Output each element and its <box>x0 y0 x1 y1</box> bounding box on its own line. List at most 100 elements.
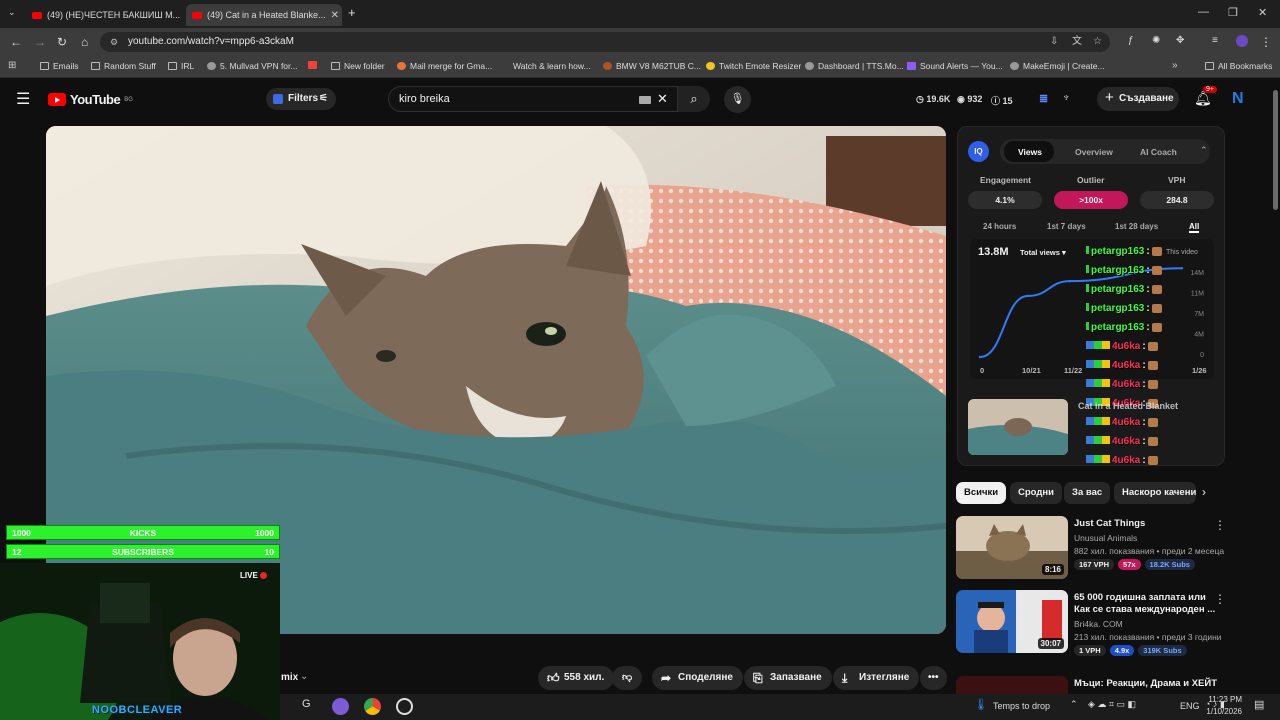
tab-views[interactable]: Views <box>1018 147 1042 157</box>
translate-icon[interactable]: 文 <box>1072 32 1082 52</box>
rec-title[interactable]: Just Cat Things <box>1074 518 1219 530</box>
collapse-chevron-icon[interactable]: ⌃ <box>1200 145 1208 156</box>
more-actions-button[interactable]: ••• <box>920 666 947 690</box>
reload-icon[interactable]: ↻ <box>57 35 67 49</box>
dislike-button[interactable]: 👎︎ <box>612 666 643 690</box>
rec-channel[interactable]: Bri4ka. COM <box>1074 619 1123 629</box>
bookmark-tts[interactable]: Dashboard | TTS.Mo... <box>805 61 904 71</box>
notification-center-icon[interactable]: ▤ <box>1254 698 1264 711</box>
range-all[interactable]: All <box>1189 222 1200 233</box>
tab-ai-coach[interactable]: AI Coach <box>1140 147 1177 157</box>
discord-app-icon[interactable] <box>332 698 349 715</box>
media-icon[interactable]: ≡ <box>1212 35 1218 46</box>
bookmark-sound-alerts[interactable]: Sound Alerts — You... <box>907 61 1003 71</box>
chip-all[interactable]: Всички <box>956 482 1007 504</box>
restore-icon[interactable]: ❐ <box>1228 6 1238 19</box>
rec-video-1[interactable]: 8:16 Just Cat Things Unusual Animals 882… <box>956 516 1256 582</box>
weather-text[interactable]: Temps to drop <box>993 701 1050 711</box>
browser-menu-icon[interactable]: ⋮ <box>1260 35 1272 49</box>
all-bookmarks[interactable]: All Bookmarks <box>1205 61 1272 71</box>
chip-for-you[interactable]: За вас <box>1064 482 1111 504</box>
bookmark-emails[interactable]: Emails <box>40 61 79 71</box>
home-icon[interactable]: ⌂ <box>81 35 88 49</box>
rec-channel[interactable]: Unusual Animals <box>1074 533 1137 543</box>
page-scrollbar[interactable] <box>1270 78 1280 694</box>
create-button[interactable]: Създаване <box>1097 86 1179 111</box>
rec-title[interactable]: 65 000 годишна заплата или Как се става … <box>1074 592 1219 616</box>
related-thumbnail[interactable] <box>968 399 1068 455</box>
search-button[interactable]: ⌕ <box>678 86 710 112</box>
browser-tab-2[interactable]: (49) Cat in a Heated Blanke... ✕ <box>186 4 342 26</box>
scrollbar-thumb[interactable] <box>1273 90 1278 210</box>
bookmark-irl[interactable]: IRL <box>168 61 194 71</box>
rec-more-icon[interactable]: ⋮ <box>1214 518 1226 532</box>
rec-title[interactable]: Мъци: Реакции, Драма и ХЕЙТ <box>1074 678 1219 690</box>
rec-thumbnail[interactable]: 8:16 <box>956 516 1068 579</box>
site-info-icon[interactable]: ⚙ <box>110 32 118 52</box>
chip-related[interactable]: Сродни <box>1010 482 1062 504</box>
trophy-icon[interactable]: ♆ <box>1062 92 1070 104</box>
rec-video-3[interactable]: Мъци: Реакции, Драма и ХЕЙТ <box>956 676 1256 694</box>
close-window-icon[interactable]: ✕ <box>1258 6 1267 19</box>
tray-icons[interactable]: ◈ ☁ ⌗ ▭ ◧ <box>1088 699 1136 710</box>
minimize-icon[interactable]: — <box>1198 6 1209 18</box>
url-field[interactable]: ⚙ youtube.com/watch?v=mpp6-a3ckaM ⇩ 文 ☆ <box>100 32 1110 52</box>
rec-video-2[interactable]: 30:07 65 000 годишна заплата или Как се … <box>956 590 1256 656</box>
hamburger-menu-icon[interactable]: ☰ <box>16 89 30 109</box>
save-button[interactable]: ⎘ Запазване <box>744 666 832 690</box>
bookmark-new-folder[interactable]: New folder <box>331 61 385 71</box>
bookmark-watch-learn[interactable]: Watch & learn how... <box>500 61 591 71</box>
rec-thumbnail[interactable] <box>956 676 1068 694</box>
close-tab-icon[interactable]: ✕ <box>331 10 339 21</box>
rec-more-icon[interactable]: ⋮ <box>1214 592 1226 606</box>
profile-avatar[interactable] <box>1236 35 1248 47</box>
chip-recently-uploaded[interactable]: Наскоро качени <box>1114 482 1196 504</box>
share-button[interactable]: ➦ Споделяне <box>652 666 743 690</box>
list-icon[interactable]: ≣ <box>1039 92 1048 105</box>
copilot-icon[interactable]: G <box>302 698 311 710</box>
back-icon[interactable]: ← <box>10 35 22 49</box>
bookmark-makeemoji[interactable]: MakeEmoji | Create... <box>1010 61 1105 71</box>
voice-search-button[interactable]: 🎙 <box>724 86 751 113</box>
range-24h[interactable]: 24 hours <box>983 222 1016 231</box>
browser-tab-1[interactable]: (49) (НЕ)ЧЕСТЕН БАКШИШ М... ✕ <box>26 4 184 26</box>
tab-overview[interactable]: Overview <box>1075 147 1113 157</box>
tab-list-icon[interactable]: ⌄ <box>8 7 16 18</box>
extensions-puzzle-icon[interactable]: ✥ <box>1176 35 1184 46</box>
clock-date[interactable]: 1/10/2026 <box>1203 707 1242 716</box>
bookmark-bmw[interactable]: BMW V8 M62TUB C... <box>603 61 701 71</box>
new-tab-icon[interactable]: + <box>348 5 356 20</box>
bookmark-youtube[interactable] <box>308 61 317 69</box>
extension-icon[interactable]: ✺ <box>1152 35 1160 46</box>
range-7d[interactable]: 1st 7 days <box>1047 222 1086 231</box>
account-avatar[interactable]: N <box>1232 90 1244 108</box>
install-icon[interactable]: ⇩ <box>1050 32 1058 52</box>
extension-fx-icon[interactable]: ƒ <box>1128 35 1134 46</box>
tray-chevron-icon[interactable]: ⌃ <box>1070 699 1078 710</box>
chips-next-chevron-icon[interactable]: › <box>1202 485 1206 499</box>
related-video-title-underlay[interactable]: Cat in a Heated Blanket <box>1078 401 1178 411</box>
bookmark-mullvad[interactable]: 5. Mullvad VPN for... <box>207 61 297 71</box>
obs-app-icon[interactable] <box>396 698 413 715</box>
youtube-logo[interactable]: YouTube BG <box>48 92 133 107</box>
filters-button[interactable]: Filters ⚟ <box>266 88 336 110</box>
chat-message: petargp163 : <box>1086 284 1162 295</box>
clock-time[interactable]: 11:23 PM <box>1207 695 1242 704</box>
rec-thumbnail[interactable]: 30:07 <box>956 590 1068 653</box>
forward-icon[interactable]: → <box>34 35 46 49</box>
bookmark-mail-merge[interactable]: Mail merge for Gma... <box>397 61 492 71</box>
like-button[interactable]: 👍︎ 558 хил. <box>538 666 615 690</box>
keyboard-icon[interactable] <box>639 96 651 104</box>
bookmark-random-stuff[interactable]: Random Stuff <box>91 61 156 71</box>
dropdown-chevron-icon[interactable]: ⌄ <box>300 671 308 682</box>
bookmark-twitch-emote[interactable]: Twitch Emote Resizer <box>706 61 801 71</box>
chrome-app-icon[interactable] <box>364 698 381 715</box>
apps-grid-icon[interactable]: ⊞ <box>8 60 16 71</box>
bookmark-star-icon[interactable]: ☆ <box>1093 32 1102 52</box>
range-28d[interactable]: 1st 28 days <box>1115 222 1158 231</box>
download-button[interactable]: ⤓ Изтегляне <box>833 666 920 690</box>
more-bookmarks-icon[interactable]: » <box>1172 60 1178 71</box>
search-input[interactable]: kiro breika ✕ <box>388 86 678 112</box>
language-indicator[interactable]: ENG <box>1180 701 1200 711</box>
clear-search-icon[interactable]: ✕ <box>657 87 668 111</box>
